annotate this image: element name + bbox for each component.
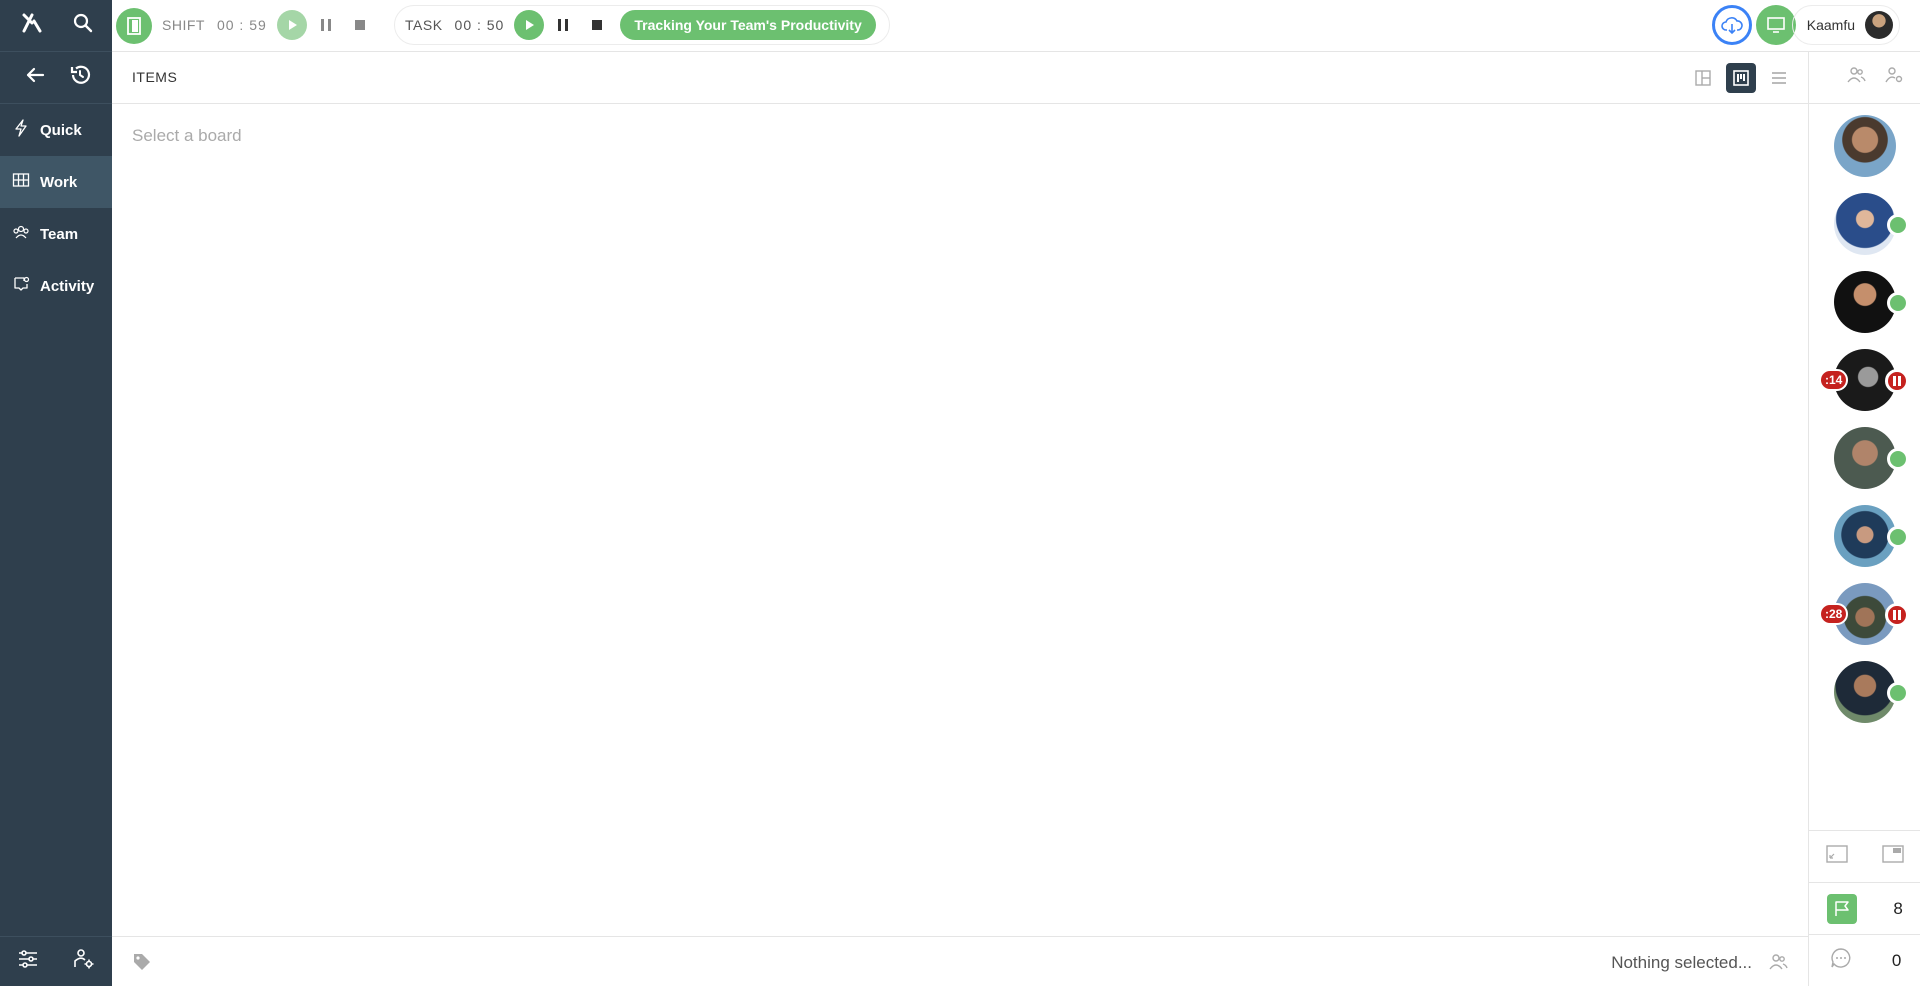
user-menu[interactable]: Kaamfu [1791,5,1900,45]
board-view-button[interactable] [1726,63,1756,93]
chat-count: 0 [1891,950,1902,970]
sidebar-item-activity[interactable]: Activity [0,260,112,312]
task-timer: TASK 00 : 50 Tracking Your Team's Produc… [394,5,890,45]
user-name: Kaamfu [1806,17,1855,33]
online-status-indicator [1887,292,1909,314]
cloud-download-icon [1721,17,1743,35]
shift-time: 00 : 59 [216,17,267,33]
list-icon [1772,72,1786,84]
lightning-icon [12,119,30,141]
play-icon [526,20,535,30]
settings-sliders-icon[interactable] [16,947,40,976]
team-member[interactable] [1833,660,1909,724]
kanban-icon [1733,70,1749,86]
sidebar-item-quick[interactable]: Quick [0,104,112,156]
sidebar-item-label: Activity [40,277,95,295]
team-panel-header [1809,52,1920,104]
stop-icon [592,20,603,30]
avatar [1865,11,1893,39]
monitor-icon [1767,17,1785,33]
team-member[interactable] [1833,504,1909,568]
board-content-area: Select a board [112,104,1808,936]
screen-monitor-button[interactable] [1756,5,1796,45]
task-play-button[interactable] [514,10,545,40]
tag-icon[interactable] [132,952,152,977]
online-status-indicator [1887,526,1909,548]
user-settings-icon[interactable] [1884,66,1904,89]
selection-status: Nothing selected... [1611,953,1752,972]
task-label: TASK [405,17,443,33]
paused-time-badge: :14 [1819,369,1849,391]
top-bar: SHIFT 00 : 59 TASK 00 : 50 Tracking Your… [112,0,1920,52]
sidebar-item-label: Work [40,173,78,191]
pause-icon [558,19,569,31]
sidebar-item-team[interactable]: Team [0,208,112,260]
chat-icon[interactable] [1829,946,1853,975]
sidebar-item-work[interactable]: Work [0,156,112,208]
sidebar-item-label: Team [40,225,79,243]
team-members-panel: :14 :28 8 0 [1808,52,1920,986]
search-icon[interactable] [72,12,94,39]
app-logo-icon[interactable] [20,11,44,40]
online-status-indicator [1887,682,1909,704]
play-icon [288,20,297,30]
sidebar-bottom-row [0,936,112,986]
back-arrow-icon[interactable] [24,64,46,91]
sidebar-top-row [0,0,112,52]
items-header: ITEMS [112,52,1808,104]
split-view-button[interactable] [1688,63,1718,93]
team-member[interactable] [1833,270,1909,334]
picture-in-picture-icon[interactable] [1881,844,1905,869]
task-stop-button[interactable] [582,10,612,40]
team-member[interactable] [1833,192,1909,256]
history-icon[interactable] [68,63,92,92]
cloud-sync-button[interactable] [1712,5,1752,45]
team-member[interactable] [1833,426,1909,490]
flags-row: 8 [1809,882,1920,934]
bottom-bar: Nothing selected... [112,936,1808,986]
team-member[interactable]: :28 [1819,582,1909,646]
current-task-pill[interactable]: Tracking Your Team's Productivity [620,10,876,40]
user-settings-icon[interactable] [72,947,96,976]
paused-status-indicator [1885,369,1909,393]
team-member[interactable]: :14 [1819,348,1909,412]
board-icon [12,171,30,193]
activity-icon [12,275,30,297]
flag-icon [1835,900,1849,916]
shift-stop-button[interactable] [345,10,375,40]
current-task-name: Tracking Your Team's Productivity [634,17,862,33]
page-title: ITEMS [132,69,178,85]
users-icon[interactable] [1846,66,1866,89]
shift-label: SHIFT [162,17,205,33]
chat-row: 0 [1809,934,1920,986]
split-view-icon [1695,70,1711,86]
view-switcher [1688,63,1794,93]
online-status-indicator [1887,448,1909,470]
door-icon [127,17,141,35]
stop-icon [354,20,365,30]
avatar [1834,115,1896,177]
paused-status-indicator [1885,603,1909,627]
pause-icon [320,19,331,31]
flag-count: 8 [1893,898,1903,918]
sidebar-item-label: Quick [40,121,82,139]
task-time: 00 : 50 [454,17,505,33]
door-exit-button[interactable] [116,8,152,44]
team-member[interactable] [1833,114,1897,178]
task-pause-button[interactable] [548,10,578,40]
flag-button[interactable] [1827,893,1858,924]
team-icon [12,223,30,245]
assign-users-icon[interactable] [1768,953,1788,976]
list-view-button[interactable] [1764,63,1794,93]
shift-play-button[interactable] [276,10,307,40]
select-board-placeholder: Select a board [132,126,242,145]
fullscreen-icon[interactable] [1825,844,1849,869]
history-nav-row [0,52,112,104]
online-status-indicator [1887,214,1909,236]
paused-time-badge: :28 [1819,603,1849,625]
shift-timer: SHIFT 00 : 59 [158,5,422,45]
view-mode-row [1809,830,1920,882]
shift-pause-button[interactable] [311,10,341,40]
sidebar: Quick Work Team Activity [0,0,112,986]
